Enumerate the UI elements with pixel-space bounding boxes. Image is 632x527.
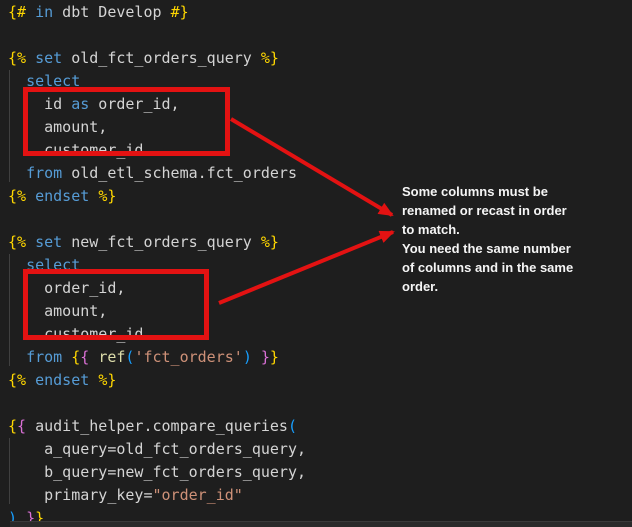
code-token <box>26 49 35 67</box>
annotation-note-line: renamed or recast in order <box>402 201 573 220</box>
code-token: %} <box>261 233 279 251</box>
code-token: #} <box>171 3 189 21</box>
code-token: old_fct_orders_query <box>62 49 261 67</box>
code-token: {% <box>8 187 26 205</box>
code-token <box>8 348 26 366</box>
code-token: audit_helper.compare_queries <box>26 417 288 435</box>
code-line[interactable] <box>8 392 306 415</box>
annotation-note-line: order. <box>402 277 573 296</box>
code-line[interactable]: {# in dbt Develop #} <box>8 1 306 24</box>
code-token <box>26 187 35 205</box>
code-line[interactable]: {% endset %} <box>8 185 306 208</box>
code-token: } <box>270 348 279 366</box>
code-token: old_etl_schema.fct_orders <box>62 164 297 182</box>
indent-guide <box>9 70 10 182</box>
code-line[interactable]: primary_key="order_id" <box>8 484 306 507</box>
annotation-box-old-columns <box>23 87 230 156</box>
indent-guide <box>9 438 10 504</box>
code-token: ( <box>288 417 297 435</box>
annotation-note-line: Some columns must be <box>402 182 573 201</box>
code-token <box>8 164 26 182</box>
code-token: primary_key= <box>8 486 153 504</box>
code-token: { <box>80 348 89 366</box>
code-token: { <box>8 417 17 435</box>
code-token: 'fct_orders' <box>134 348 242 366</box>
code-token: a_query=old_fct_orders_query, <box>8 440 306 458</box>
code-token: endset <box>35 187 89 205</box>
code-line[interactable] <box>8 208 306 231</box>
code-line[interactable]: {% endset %} <box>8 369 306 392</box>
code-token: ) <box>243 348 252 366</box>
code-token: set <box>35 49 62 67</box>
code-line[interactable] <box>8 24 306 47</box>
code-token <box>26 371 35 389</box>
code-token <box>89 187 98 205</box>
code-token: b_query=new_fct_orders_query, <box>8 463 306 481</box>
code-token: } <box>261 348 270 366</box>
code-line[interactable]: {% set old_fct_orders_query %} <box>8 47 306 70</box>
code-token: in <box>35 3 53 21</box>
code-token <box>26 233 35 251</box>
code-token: ref <box>98 348 125 366</box>
code-line[interactable]: b_query=new_fct_orders_query, <box>8 461 306 484</box>
indent-guide <box>9 254 10 366</box>
code-token: { <box>17 417 26 435</box>
code-token: %} <box>98 371 116 389</box>
code-token <box>89 371 98 389</box>
code-token: %} <box>261 49 279 67</box>
code-token: "order_id" <box>153 486 243 504</box>
code-token <box>89 348 98 366</box>
code-line[interactable]: {{ audit_helper.compare_queries( <box>8 415 306 438</box>
code-token: new_fct_orders_query <box>62 233 261 251</box>
code-line[interactable]: a_query=old_fct_orders_query, <box>8 438 306 461</box>
code-editor[interactable]: {# in dbt Develop #} {% set old_fct_order… <box>0 0 632 527</box>
code-token: endset <box>35 371 89 389</box>
code-token: from <box>26 348 62 366</box>
code-token <box>62 348 71 366</box>
annotation-note-line: of columns and in the same <box>402 258 573 277</box>
code-token: from <box>26 164 62 182</box>
annotation-box-new-columns <box>23 269 209 340</box>
annotation-note: Some columns must berenamed or recast in… <box>402 182 573 296</box>
horizontal-scrollbar[interactable] <box>10 521 632 527</box>
code-token: %} <box>98 187 116 205</box>
code-token: {# <box>8 3 26 21</box>
code-token: { <box>71 348 80 366</box>
code-token: dbt Develop <box>53 3 170 21</box>
code-line[interactable]: {% set new_fct_orders_query %} <box>8 231 306 254</box>
code-token <box>252 348 261 366</box>
code-token <box>26 3 35 21</box>
annotation-note-line: to match. <box>402 220 573 239</box>
code-area[interactable]: {# in dbt Develop #} {% set old_fct_order… <box>8 1 306 527</box>
code-line[interactable]: from old_etl_schema.fct_orders <box>8 162 306 185</box>
code-token: {% <box>8 371 26 389</box>
code-token: {% <box>8 49 26 67</box>
code-token: {% <box>8 233 26 251</box>
annotation-note-line: You need the same number <box>402 239 573 258</box>
code-line[interactable]: from {{ ref('fct_orders') }} <box>8 346 306 369</box>
code-token: set <box>35 233 62 251</box>
